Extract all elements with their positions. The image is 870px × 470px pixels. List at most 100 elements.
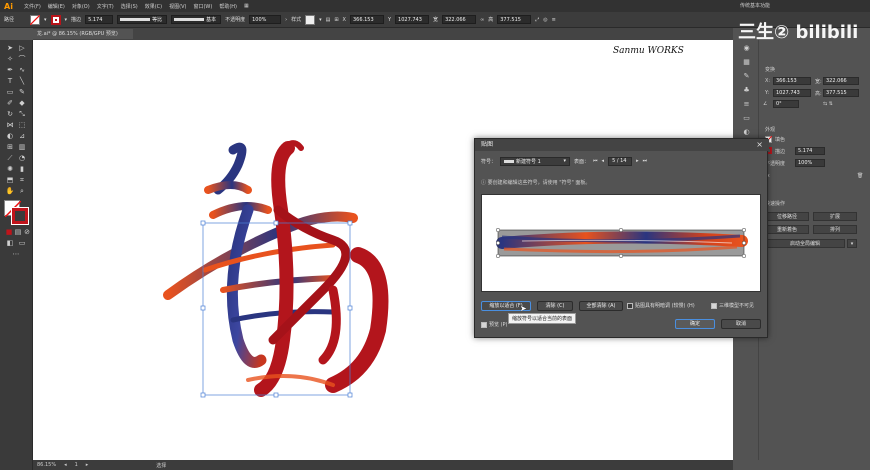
shape-builder-icon[interactable]: ◐	[5, 132, 15, 141]
selection-tool-icon[interactable]: ➤	[5, 44, 15, 53]
eyedropper-icon[interactable]: ⟋	[5, 154, 15, 163]
trash-icon[interactable]: 🗑	[857, 173, 863, 179]
next-surface-icon[interactable]: ▸	[636, 158, 639, 164]
transform-icon[interactable]: ⤢	[535, 17, 539, 23]
symbols-panel-icon[interactable]: ♣	[742, 86, 751, 95]
menu-type[interactable]: 文字(T)	[97, 3, 114, 10]
stroke-indicator[interactable]	[11, 207, 29, 225]
angle-field[interactable]: 0°	[773, 100, 799, 108]
brushes-panel-icon[interactable]: ✎	[742, 72, 751, 81]
menu-help[interactable]: 帮助(H)	[219, 3, 237, 10]
chevron-right-icon[interactable]: ›	[285, 17, 287, 23]
transparency-panel-icon[interactable]: ◐	[742, 128, 751, 137]
transform-y-field[interactable]: 1027.743	[773, 89, 811, 97]
artboard-number[interactable]: 1	[75, 462, 78, 468]
first-surface-icon[interactable]: ⏮	[593, 158, 598, 164]
shade-artwork-checkbox[interactable]: 贴图具有明暗调 (较慢) (H)	[627, 302, 695, 309]
chevron-down-icon[interactable]: ▾	[319, 17, 322, 23]
curvature-icon[interactable]: ∿	[17, 66, 27, 75]
gradient-tool-icon[interactable]: ▥	[17, 143, 27, 152]
edit-toolbar-icon[interactable]: ⋯	[11, 250, 21, 259]
y-field[interactable]: 1027.743	[395, 15, 430, 24]
menu-effect[interactable]: 效果(C)	[145, 3, 162, 10]
menu-window[interactable]: 窗口(W)	[193, 3, 212, 10]
workspace-switcher[interactable]: 传统基本功能	[740, 2, 770, 9]
rotate-tool-icon[interactable]: ↻	[5, 110, 15, 119]
zoom-level[interactable]: 86.15%	[37, 462, 56, 468]
brush-definition[interactable]: 基本	[171, 15, 222, 24]
opacity-field[interactable]: 100%	[249, 15, 282, 24]
align-icon[interactable]: ▤	[326, 17, 331, 23]
rectangle-tool-icon[interactable]: ▭	[5, 88, 15, 97]
stroke-weight-field[interactable]: 5.174	[85, 15, 114, 24]
clear-button[interactable]: 清除 (C)	[537, 301, 573, 311]
transform-x-field[interactable]: 366.153	[773, 77, 811, 85]
line-tool-icon[interactable]: ╲	[17, 77, 27, 86]
start-global-edit-button[interactable]: 启动全局编辑	[765, 239, 845, 248]
flip-icon[interactable]: ⇆ ⇅	[823, 101, 833, 107]
pen-tool-icon[interactable]: ✒	[5, 66, 15, 75]
fill-swatch[interactable]	[30, 14, 41, 25]
surface-field[interactable]: 5 / 14	[608, 156, 633, 166]
perspective-icon[interactable]: ⊿	[17, 132, 27, 141]
chevron-down-icon[interactable]: ▾	[847, 239, 857, 248]
appearance-opacity-field[interactable]: 100%	[795, 159, 825, 167]
paintbrush-icon[interactable]: ✎	[17, 88, 27, 97]
reference-point-icon[interactable]: ⊞	[334, 17, 338, 23]
close-icon[interactable]: ×	[756, 139, 763, 151]
draw-mode-icon[interactable]: ◧	[5, 239, 15, 248]
surface-preview[interactable]	[481, 194, 761, 292]
free-transform-icon[interactable]: ⬚	[17, 121, 27, 130]
invisible-geometry-checkbox[interactable]: 三维模型不可见	[711, 302, 754, 309]
stroke-panel-icon[interactable]: ≡	[742, 100, 751, 109]
magic-wand-icon[interactable]: ✧	[5, 55, 15, 64]
chevron-down-icon[interactable]: ▾	[44, 17, 47, 23]
direct-selection-icon[interactable]: ▷	[17, 44, 27, 53]
width-field[interactable]: 322.066	[442, 15, 477, 24]
slice-tool-icon[interactable]: ⌗	[17, 176, 27, 185]
artboard-tool-icon[interactable]: ⬒	[5, 176, 15, 185]
bridge-icon[interactable]: ▦	[244, 3, 249, 9]
eraser-icon[interactable]: ◆	[17, 99, 27, 108]
cancel-button[interactable]: 取消	[721, 319, 761, 329]
blend-tool-icon[interactable]: ◔	[17, 154, 27, 163]
variable-width-profile[interactable]: 等比	[117, 15, 168, 24]
width-tool-icon[interactable]: ⋈	[5, 121, 15, 130]
none-mode-icon[interactable]: ⊘	[22, 228, 32, 237]
screen-mode-icon[interactable]: ▭	[17, 239, 27, 248]
recolor-button[interactable]: 重新着色	[765, 225, 809, 234]
expand-button[interactable]: 扩展	[813, 212, 857, 221]
type-tool-icon[interactable]: T	[5, 77, 15, 86]
document-tab[interactable]: 龙.ai* @ 86.15% (RGB/GPU 预览)	[33, 29, 133, 39]
x-field[interactable]: 366.153	[349, 15, 384, 24]
chevron-down-icon[interactable]: ▾	[65, 17, 68, 23]
scale-tool-icon[interactable]: ⤡	[17, 110, 27, 119]
stroke-swatch[interactable]	[50, 14, 61, 25]
ok-button[interactable]: 确定	[675, 319, 715, 329]
menu-edit[interactable]: 编辑(E)	[48, 3, 65, 10]
arrange-button[interactable]: 排列	[813, 225, 857, 234]
offset-path-button[interactable]: 位移路径	[765, 212, 809, 221]
transform-w-field[interactable]: 322.066	[823, 77, 859, 85]
link-icon[interactable]: ∞	[480, 17, 484, 23]
preview-checkbox[interactable]: 预览 (P)	[481, 321, 508, 328]
style-swatch[interactable]	[305, 14, 316, 25]
prev-surface-icon[interactable]: ◂	[602, 158, 605, 164]
swatches-panel-icon[interactable]: ▦	[742, 58, 751, 67]
lasso-icon[interactable]: ⌒	[17, 55, 27, 64]
menu-file[interactable]: 文件(F)	[24, 3, 41, 10]
clear-all-button[interactable]: 全部清除 (A)	[579, 301, 623, 311]
appearance-stroke-field[interactable]: 5.174	[795, 147, 825, 155]
shaper-icon[interactable]: ✐	[5, 99, 15, 108]
artboard-nav-prev[interactable]: ◂	[64, 462, 67, 468]
transform-h-field[interactable]: 377.515	[823, 89, 859, 97]
color-panel-icon[interactable]: ◉	[742, 44, 751, 53]
last-surface-icon[interactable]: ⏭	[643, 158, 648, 164]
symbol-select[interactable]: 新建符号 1 ▾	[500, 156, 571, 166]
menu-object[interactable]: 对象(O)	[72, 3, 90, 10]
artboard-nav-next[interactable]: ▸	[86, 462, 89, 468]
height-field[interactable]: 377.515	[497, 15, 532, 24]
menu-icon[interactable]: ≡	[552, 17, 556, 23]
hand-tool-icon[interactable]: ✋	[5, 187, 15, 196]
mesh-tool-icon[interactable]: ⊞	[5, 143, 15, 152]
